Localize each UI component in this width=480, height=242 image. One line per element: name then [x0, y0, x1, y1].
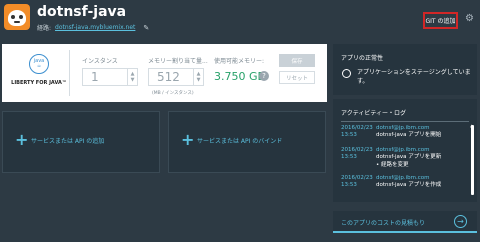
cost-estimate-link[interactable]: このアプリのコストの見積もり → [333, 211, 477, 233]
activity-desc: dotnsf-java アプリを作成 [376, 182, 442, 188]
activity-user[interactable]: dotnsf@jp.ibm.com [376, 175, 429, 181]
instances-stepper[interactable]: 1 ▲ ▼ [82, 68, 138, 86]
activity-desc: dotnsf-java アプリを更新 • 経路を変更 [376, 154, 442, 168]
activity-date: 2016/02/23 13:53 [341, 125, 373, 139]
route-link[interactable]: dotnsf-java.mybluemix.net [55, 24, 135, 31]
available-memory-label: 使用可能メモリー: [214, 58, 265, 65]
activity-date: 2016/02/23 13:53 [341, 175, 373, 189]
bind-service-tile[interactable]: + サービスまたは API のバインド [168, 111, 326, 173]
memory-stepper[interactable]: 512 ▲ ▼ [148, 68, 204, 86]
save-button[interactable]: 保存 [279, 54, 315, 67]
add-service-tile[interactable]: + サービスまたは API の追加 [2, 111, 160, 173]
activity-title: アクティビティー・ログ [341, 110, 406, 117]
pencil-icon[interactable]: ✎ [143, 24, 149, 32]
gear-icon[interactable]: ⚙ [465, 13, 474, 24]
activity-scrollbar[interactable] [471, 125, 474, 195]
activity-log-panel: アクティビティー・ログ 2016/02/23 13:53 dotnsf@jp.ib… [333, 99, 477, 202]
activity-user[interactable]: dotnsf@jp.ibm.com [376, 125, 429, 131]
cost-estimate-label: このアプリのコストの見積もり [341, 220, 426, 227]
bind-service-label: サービスまたは API のバインド [197, 138, 283, 145]
java-badge-icon: java ☕ [29, 54, 49, 74]
memory-value: 512 [157, 70, 180, 84]
app-header: dotnsf-java 経路: dotnsf-java.mybluemix.ne… [0, 0, 480, 40]
instances-label: インスタンス [82, 58, 118, 65]
arrow-right-circle-icon[interactable]: → [454, 215, 467, 228]
health-title: アプリの正常性 [341, 55, 384, 62]
activity-desc: dotnsf-java アプリを開始 [376, 132, 442, 138]
divider [341, 121, 469, 122]
memory-label: メモリー割り当て量... [148, 58, 208, 65]
circle-status-icon [342, 69, 351, 78]
activity-date: 2016/02/23 13:53 [341, 147, 373, 161]
app-robot-icon [4, 4, 30, 30]
runtime-panel: java ☕ LIBERTY FOR JAVA™ インスタンス 1 ▲ ▼ メモリ… [2, 44, 327, 102]
add-git-button[interactable]: GIT の追加 [423, 12, 458, 29]
instances-stepper-arrows[interactable]: ▲ ▼ [127, 69, 137, 85]
plus-icon: + [15, 130, 29, 149]
available-memory-value: 3.750 GB [214, 70, 266, 83]
add-service-label: サービスまたは API の追加 [31, 138, 105, 145]
runtime-name: LIBERTY FOR JAVA™ [11, 80, 67, 86]
memory-stepper-arrows[interactable]: ▲ ▼ [193, 69, 203, 85]
instances-value: 1 [91, 70, 99, 84]
route-row: 経路: dotnsf-java.mybluemix.net ✎ [37, 23, 149, 33]
memory-unit-note: (MB / インスタンス) [152, 91, 194, 96]
runtime-logo: java ☕ LIBERTY FOR JAVA™ [8, 50, 70, 96]
reset-button[interactable]: リセット [279, 71, 315, 84]
app-health-panel: アプリの正常性 アプリケーションをステージングしています。 [333, 44, 477, 95]
activity-user[interactable]: dotnsf@jp.ibm.com [376, 147, 429, 153]
route-prefix: 経路: [37, 25, 52, 32]
health-message: アプリケーションをステージングしています。 [357, 69, 471, 85]
plus-icon: + [181, 130, 195, 149]
app-title: dotnsf-java [37, 4, 127, 20]
question-icon[interactable]: ? [259, 71, 269, 81]
